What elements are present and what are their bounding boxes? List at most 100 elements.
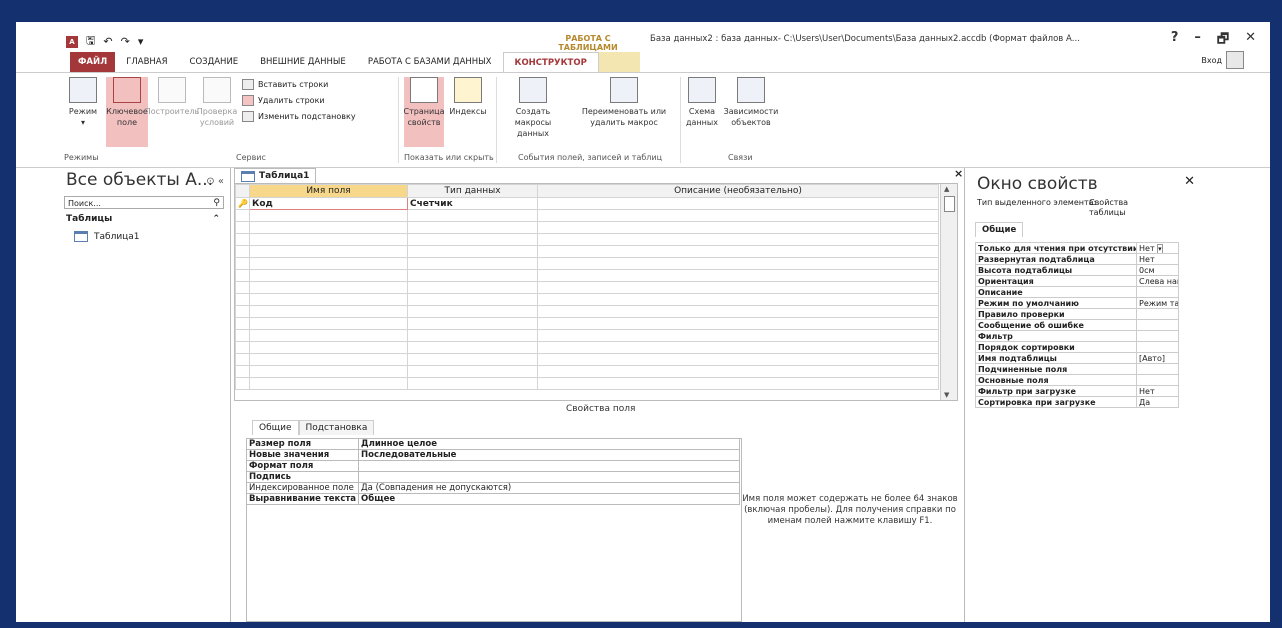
field-name-cell[interactable] (249, 269, 408, 282)
field-name-cell[interactable] (249, 209, 408, 222)
description-cell[interactable] (537, 329, 939, 342)
data-type-cell[interactable] (407, 365, 538, 378)
data-type-cell[interactable] (407, 329, 538, 342)
nav-group-tables[interactable]: Таблицы ⌃ (66, 214, 224, 224)
property-value[interactable] (1136, 330, 1179, 342)
field-name-cell[interactable] (249, 341, 408, 354)
property-value[interactable] (1136, 308, 1179, 320)
collapse-pane-icon[interactable]: « (218, 176, 224, 187)
key-indicator-icon[interactable]: 🔑 (235, 197, 250, 210)
property-value[interactable] (1136, 363, 1179, 375)
search-icon[interactable]: ⚲ (213, 197, 220, 210)
data-type-cell[interactable] (407, 341, 538, 354)
nav-title[interactable]: Все объекты А... (66, 170, 213, 190)
property-value[interactable]: Нет ▾ (1136, 242, 1179, 254)
description-cell[interactable] (537, 281, 939, 294)
property-value[interactable]: Режим та (1136, 297, 1179, 309)
relationships-button[interactable]: Схема данных (684, 77, 720, 128)
chevron-up-icon[interactable]: ⌃ (212, 214, 220, 224)
property-value[interactable] (358, 471, 740, 483)
property-sheet-button[interactable]: Страница свойств (404, 77, 445, 147)
field-name-cell[interactable] (249, 233, 408, 246)
data-type-cell[interactable]: Счетчик (407, 197, 538, 210)
property-value[interactable]: Длинное целое (358, 438, 740, 450)
data-type-cell[interactable] (407, 317, 538, 330)
customize-qat-icon[interactable]: ▾ (138, 35, 144, 48)
tab-database-tools[interactable]: РАБОТА С БАЗАМИ ДАННЫХ (357, 52, 503, 72)
description-cell[interactable] (537, 341, 939, 354)
description-cell[interactable] (537, 317, 939, 330)
close-icon[interactable]: ✕ (1184, 174, 1195, 189)
scroll-thumb[interactable] (944, 196, 955, 212)
restore-button[interactable]: 🗗 (1217, 30, 1229, 52)
undo-icon[interactable]: ↶ (103, 35, 112, 48)
help-button[interactable]: ? (1171, 30, 1179, 52)
property-value[interactable] (358, 460, 740, 472)
search-input[interactable]: Поиск... ⚲ (64, 196, 224, 209)
description-cell[interactable] (537, 221, 939, 234)
tab-external-data[interactable]: ВНЕШНИЕ ДАННЫЕ (249, 52, 357, 72)
redo-icon[interactable]: ↷ (121, 35, 130, 48)
tab-lookup[interactable]: Подстановка (298, 420, 375, 435)
nav-item-table1[interactable]: Таблица1 (74, 231, 140, 242)
rename-macro-button[interactable]: Переименовать или удалить макрос (574, 77, 674, 128)
builder-button[interactable]: Построитель (145, 77, 199, 117)
description-cell[interactable] (537, 377, 939, 390)
data-type-cell[interactable] (407, 221, 538, 234)
description-cell[interactable] (537, 305, 939, 318)
property-value[interactable]: Общее (358, 493, 740, 505)
property-value[interactable]: Последовательные (358, 449, 740, 461)
property-value[interactable] (1136, 319, 1179, 331)
field-name-cell[interactable]: Код (249, 197, 408, 210)
data-type-cell[interactable] (407, 377, 538, 390)
data-type-cell[interactable] (407, 233, 538, 246)
description-cell[interactable] (537, 233, 939, 246)
chevron-down-icon[interactable]: ⊙ (206, 176, 214, 187)
description-cell[interactable] (537, 293, 939, 306)
tab-home[interactable]: ГЛАВНАЯ (115, 52, 178, 72)
scroll-down-icon[interactable]: ▼ (944, 391, 949, 399)
mode-button[interactable]: Режим ▾ (66, 77, 100, 128)
data-type-cell[interactable] (407, 257, 538, 270)
change-lookup-button[interactable]: Изменить подстановку (242, 111, 356, 122)
description-cell[interactable] (537, 209, 939, 222)
field-name-cell[interactable] (249, 317, 408, 330)
field-name-cell[interactable] (249, 221, 408, 234)
field-name-cell[interactable] (249, 257, 408, 270)
minimize-button[interactable]: – (1194, 30, 1201, 52)
column-header-field-name[interactable]: Имя поля (249, 184, 408, 198)
property-value[interactable] (1136, 341, 1179, 353)
delete-rows-button[interactable]: Удалить строки (242, 95, 325, 106)
tab-file[interactable]: ФАЙЛ (70, 52, 116, 72)
avatar[interactable] (1226, 51, 1244, 69)
field-name-cell[interactable] (249, 245, 408, 258)
tab-design[interactable]: КОНСТРУКТОР (502, 51, 599, 73)
description-cell[interactable] (537, 257, 939, 270)
data-type-cell[interactable] (407, 269, 538, 282)
close-document-icon[interactable]: × (954, 167, 963, 180)
save-icon[interactable]: 🖫 (86, 32, 95, 51)
indexes-button[interactable]: Индексы (448, 77, 488, 117)
description-cell[interactable] (537, 269, 939, 282)
login-area[interactable]: Вход (1201, 51, 1244, 69)
description-cell[interactable] (537, 245, 939, 258)
close-button[interactable]: ✕ (1245, 30, 1256, 52)
tab-property-general[interactable]: Общие (975, 222, 1024, 237)
column-header-data-type[interactable]: Тип данных (407, 184, 538, 198)
property-value[interactable]: 0см (1136, 264, 1179, 276)
dropdown-icon[interactable]: ▾ (1157, 243, 1163, 253)
property-value[interactable]: Нет (1136, 385, 1179, 397)
description-cell[interactable] (537, 197, 939, 210)
scroll-up-icon[interactable]: ▲ (944, 185, 949, 193)
primary-key-button[interactable]: Ключевое поле (106, 77, 148, 147)
tab-general[interactable]: Общие (252, 420, 299, 435)
tab-create[interactable]: СОЗДАНИЕ (179, 52, 250, 72)
document-tab[interactable]: Таблица1 (234, 168, 317, 183)
dependencies-button[interactable]: Зависимости объектов (722, 77, 780, 128)
property-value[interactable]: [Авто] (1136, 352, 1179, 364)
property-value[interactable]: Да (1136, 396, 1179, 408)
field-name-cell[interactable] (249, 305, 408, 318)
login-label[interactable]: Вход (1201, 56, 1222, 65)
data-type-cell[interactable] (407, 209, 538, 222)
property-value[interactable]: Слева нап (1136, 275, 1179, 287)
